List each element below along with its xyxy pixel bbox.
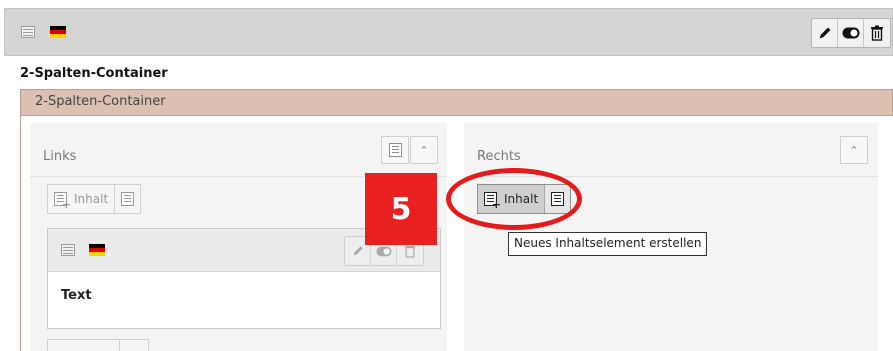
new-content-group-left: + Inhalt: [47, 184, 142, 214]
pencil-icon: [353, 246, 363, 256]
text-element-title: Text: [61, 288, 92, 303]
text-element-icon: [61, 244, 75, 256]
pencil-icon: [819, 27, 830, 39]
edit-button[interactable]: [812, 19, 838, 47]
trash-icon: [871, 25, 883, 41]
toggle-icon: [842, 27, 859, 39]
column-left-title: Links: [43, 149, 77, 164]
collapse-right-button[interactable]: ⌃: [840, 136, 868, 164]
paste-content-button-left-bottom[interactable]: [120, 340, 148, 351]
new-content-button-left[interactable]: + Inhalt: [48, 185, 116, 213]
add-content-icon: +: [54, 192, 71, 210]
paste-content-button-left[interactable]: [115, 185, 140, 213]
flag-de-icon: [89, 244, 105, 256]
paste-button[interactable]: [381, 136, 409, 164]
paste-icon: [121, 192, 135, 206]
new-content-group-left-bottom: [47, 339, 149, 351]
content-element-header: [4, 8, 893, 56]
column-left-header: Links ⌃: [30, 123, 447, 177]
new-content-label-left: Inhalt: [74, 192, 109, 206]
new-content-tooltip: Neues Inhaltselement erstellen: [508, 232, 708, 256]
paste-icon: [388, 143, 402, 157]
element-controls: [811, 18, 891, 48]
column-right-title: Rechts: [477, 149, 521, 164]
flag-de-icon: [50, 26, 66, 38]
chevron-up-icon: ⌃: [419, 143, 429, 157]
toggle-visibility-button[interactable]: [838, 19, 864, 47]
toggle-icon: [375, 246, 392, 256]
page-layout-icon: [21, 26, 35, 38]
container-label: 2-Spalten-Container: [35, 94, 166, 109]
collapse-left-button[interactable]: ⌃: [410, 136, 438, 164]
highlight-ring: [446, 168, 582, 230]
section-title: 2-Spalten-Container: [20, 66, 168, 81]
container-label-bar: 2-Spalten-Container: [20, 89, 893, 116]
delete-button[interactable]: [864, 19, 890, 47]
trash-icon: [404, 245, 416, 258]
chevron-up-icon: ⌃: [849, 143, 859, 157]
new-content-button-left-bottom[interactable]: [48, 340, 120, 351]
step-badge: 5: [365, 173, 437, 245]
